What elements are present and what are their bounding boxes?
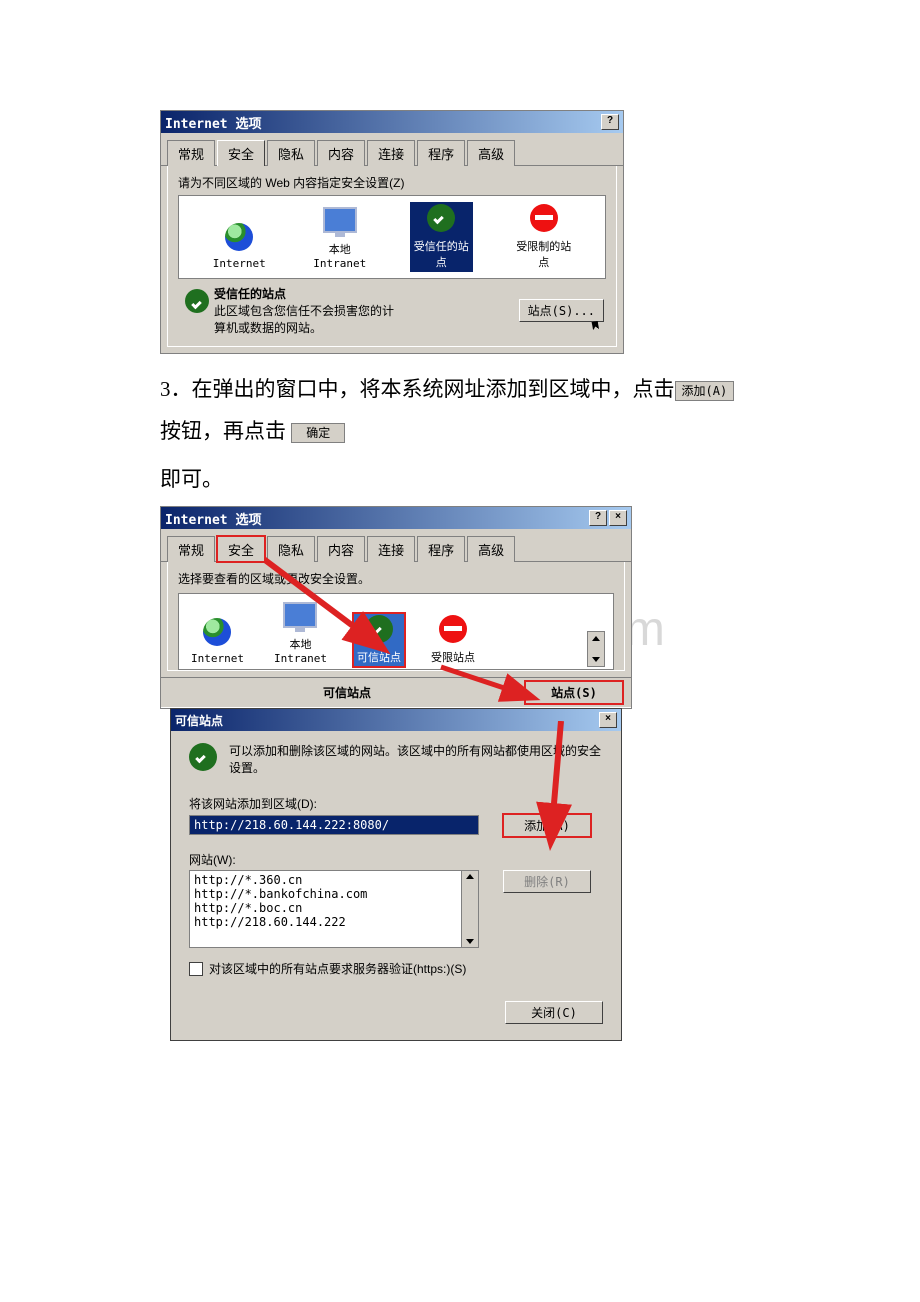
- checkbox-icon[interactable]: [189, 962, 203, 976]
- monitor-icon: [283, 602, 317, 628]
- tab-security[interactable]: 安全: [217, 536, 265, 562]
- internet-options-dialog-2: Internet 选项 ? × 常规 安全 隐私 内容 连接 程序 高级 选择要…: [160, 506, 632, 709]
- tabstrip: 常规 安全 隐私 内容 连接 程序 高级: [161, 529, 631, 562]
- sites-button[interactable]: 站点(S)...: [519, 299, 604, 322]
- trusted-desc-line2: 算机或数据的网站。: [214, 319, 519, 336]
- zone-trusted-sites[interactable]: 可信站点: [353, 613, 405, 667]
- trusted-desc: 可以添加和删除该区域的网站。该区域中的所有网站都使用区域的安全设置。: [229, 743, 603, 777]
- help-button[interactable]: ?: [589, 510, 607, 526]
- list-item[interactable]: http://218.60.144.222: [194, 915, 474, 929]
- stop-icon: [530, 204, 558, 232]
- add-label: 将该网站添加到区域(D):: [189, 795, 603, 812]
- zone-prompt: 选择要查看的区域或更改安全设置。: [178, 570, 614, 587]
- globe-icon: [203, 618, 231, 646]
- zone-restricted-sites[interactable]: 受限制的站 点: [512, 202, 575, 272]
- tab-privacy[interactable]: 隐私: [267, 536, 315, 562]
- globe-icon: [225, 223, 253, 251]
- tab-general[interactable]: 常规: [167, 140, 215, 166]
- zone-local-intranet[interactable]: 本地 Intranet: [309, 205, 370, 272]
- zone-prompt: 请为不同区域的 Web 内容指定安全设置(Z): [178, 174, 606, 191]
- instruction-paragraph-3: 即可。: [160, 458, 760, 500]
- tab-programs[interactable]: 程序: [417, 536, 465, 562]
- close-button[interactable]: ×: [609, 510, 627, 526]
- list-item[interactable]: http://*.360.cn: [194, 873, 474, 887]
- zone-restricted-sites[interactable]: 受限站点: [427, 613, 479, 667]
- list-scrollbar[interactable]: [461, 871, 478, 947]
- tab-connections[interactable]: 连接: [367, 536, 415, 562]
- close-button[interactable]: 关闭(C): [505, 1001, 603, 1024]
- dialog-title: 可信站点: [175, 712, 223, 729]
- inline-add-button: 添加(A): [675, 381, 735, 401]
- tab-content[interactable]: 内容: [317, 536, 365, 562]
- list-item[interactable]: http://*.bankofchina.com: [194, 887, 474, 901]
- close-button[interactable]: ×: [599, 712, 617, 728]
- tab-security[interactable]: 安全: [217, 140, 265, 166]
- sites-listbox[interactable]: http://*.360.cn http://*.bankofchina.com…: [189, 870, 479, 948]
- add-site-input[interactable]: http://218.60.144.222:8080/: [189, 815, 479, 835]
- add-button[interactable]: 添加(A): [503, 814, 591, 837]
- trusted-desc-line1: 此区域包含您信任不会损害您的计: [214, 302, 519, 319]
- check-icon: [427, 204, 455, 232]
- tab-connections[interactable]: 连接: [367, 140, 415, 166]
- check-icon: [185, 289, 209, 313]
- zone-selector: Internet 本地 Intranet 受信任的站 点 受限制的站 点: [178, 195, 606, 279]
- trusted-heading: 受信任的站点: [214, 285, 519, 302]
- tab-programs[interactable]: 程序: [417, 140, 465, 166]
- help-button[interactable]: ?: [601, 114, 619, 130]
- titlebar: 可信站点 ×: [171, 709, 621, 731]
- instruction-paragraph: 3．在弹出的窗口中，将本系统网址添加到区域中，点击添加(A): [160, 368, 760, 410]
- remove-button[interactable]: 删除(R): [503, 870, 591, 893]
- check-icon: [189, 743, 217, 771]
- zone-trusted-sites[interactable]: 受信任的站 点: [410, 202, 473, 272]
- tab-advanced[interactable]: 高级: [467, 140, 515, 166]
- instruction-paragraph-2: 按钮，再点击 确定: [160, 410, 760, 452]
- tabstrip: 常规 安全 隐私 内容 连接 程序 高级: [161, 133, 623, 166]
- dialog-title: Internet 选项: [165, 113, 261, 132]
- https-check-row[interactable]: 对该区域中的所有站点要求服务器验证(https:)(S): [189, 960, 603, 977]
- internet-options-dialog-1: Internet 选项 ? 常规 安全 隐私 内容 连接 程序 高级 请为不同区…: [160, 110, 624, 354]
- check-icon: [365, 615, 393, 643]
- list-item[interactable]: http://*.boc.cn: [194, 901, 474, 915]
- inline-ok-button: 确定: [291, 423, 345, 443]
- dialog-title: Internet 选项: [165, 509, 261, 528]
- zone-internet[interactable]: Internet: [187, 616, 248, 667]
- zone-local-intranet[interactable]: 本地 Intranet: [270, 600, 331, 667]
- tab-advanced[interactable]: 高级: [467, 536, 515, 562]
- trusted-sites-dialog: 可信站点 × 可以添加和删除该区域的网站。该区域中的所有网站都使用区域的安全设置…: [170, 708, 622, 1041]
- tab-privacy[interactable]: 隐私: [267, 140, 315, 166]
- titlebar: Internet 选项 ? ×: [161, 507, 631, 529]
- tab-general[interactable]: 常规: [167, 536, 215, 562]
- sites-button[interactable]: 站点(S): [525, 681, 623, 704]
- stop-icon: [439, 615, 467, 643]
- zone-scroll[interactable]: [587, 631, 605, 667]
- zone-internet[interactable]: Internet: [209, 221, 270, 272]
- list-label: 网站(W):: [189, 851, 603, 868]
- selected-zone-label: 可信站点: [169, 684, 525, 701]
- tab-content[interactable]: 内容: [317, 140, 365, 166]
- titlebar: Internet 选项 ?: [161, 111, 623, 133]
- monitor-icon: [323, 207, 357, 233]
